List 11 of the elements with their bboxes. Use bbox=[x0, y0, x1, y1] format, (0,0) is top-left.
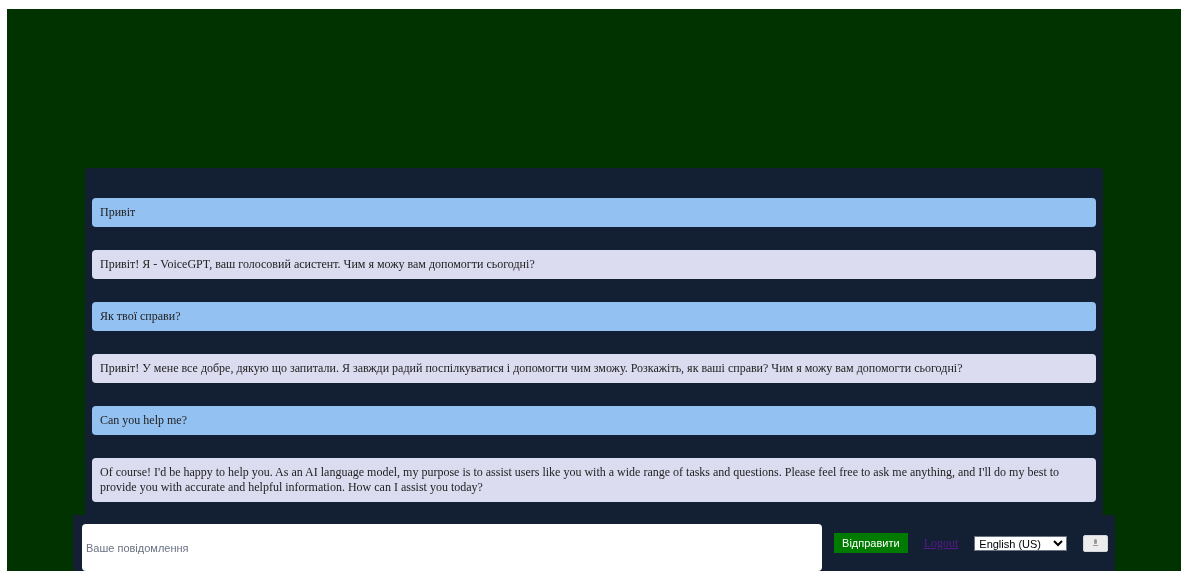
language-select[interactable]: English (US) bbox=[974, 535, 1068, 551]
user-message: Привіт bbox=[92, 198, 1096, 227]
microphone-icon bbox=[1093, 539, 1099, 547]
microphone-button[interactable] bbox=[1083, 534, 1108, 552]
send-button[interactable]: Відправити bbox=[834, 533, 908, 553]
assistant-message: Of course! I'd be happy to help you. As an AI language model, my purpose is to assist users like you with a wide range of tasks and questions. Please feel free to ask me anything, and I'll do my best to provide you with accurate and helpful information. How can I assist you today? bbox=[92, 458, 1096, 502]
assistant-message: Привіт! Я - VoiceGPT, ваш голосовий асистент. Чим я можу вам допомогти сьогодні? bbox=[92, 250, 1096, 279]
assistant-message: Привіт! У мене все добре, дякую що запитали. Я завжди радий поспілкуватися і допомогти чим зможу. Розкажіть, як ваші справи? Чим я можу вам допомогти сьогодні? bbox=[92, 354, 1096, 383]
user-message: Як твої справи? bbox=[92, 302, 1096, 331]
user-message: Can you help me? bbox=[92, 406, 1096, 435]
message-input[interactable]: Ваше повідомлення bbox=[82, 524, 823, 571]
